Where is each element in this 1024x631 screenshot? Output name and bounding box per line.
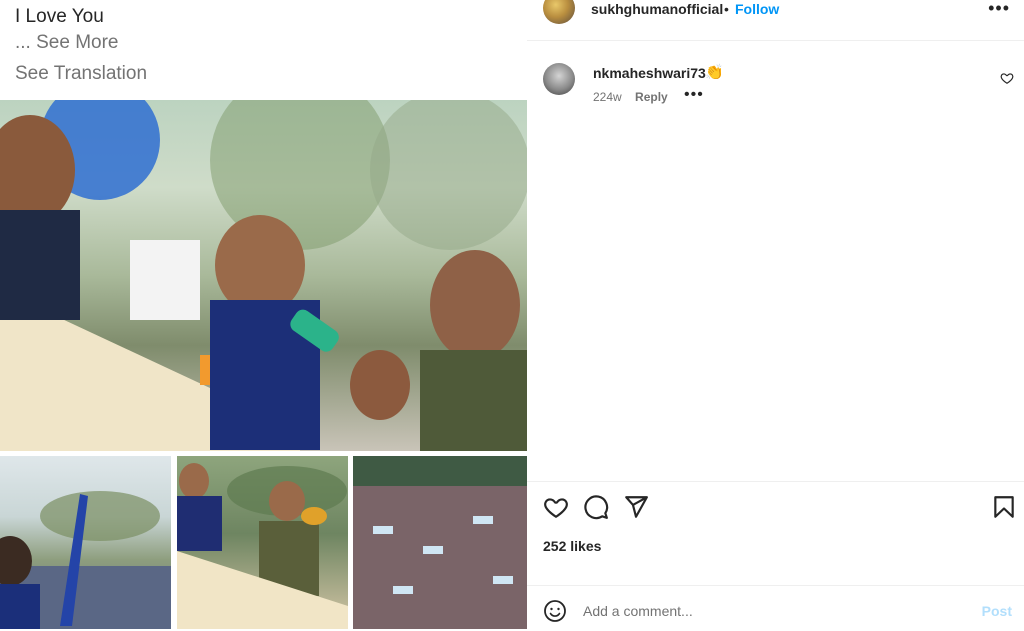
post-media-column: I Love You ... See More See Translation — [0, 0, 527, 631]
main-photo[interactable] — [0, 100, 527, 451]
heart-icon[interactable] — [543, 494, 569, 520]
bookmark-icon[interactable] — [991, 494, 1017, 520]
reply-button[interactable]: Reply — [635, 90, 668, 104]
photo-thumbnail-2[interactable] — [177, 456, 348, 629]
comment-like-heart-icon[interactable] — [1000, 71, 1014, 85]
comment-item: nkmaheshwari73 👏 224w Reply ••• — [527, 56, 1024, 116]
more-horizontal-icon[interactable]: ••• — [988, 0, 1010, 19]
commenter-avatar[interactable] — [543, 63, 575, 95]
see-translation-link[interactable]: See Translation — [15, 61, 517, 87]
caption-text: I Love You — [15, 4, 517, 30]
post-details-column: sukhghumanofficial • Follow ••• nkmahesh… — [527, 0, 1024, 631]
commenter-username[interactable]: nkmaheshwari73 — [593, 65, 706, 82]
see-more-link[interactable]: ... See More — [15, 30, 517, 56]
rally-crowd-thumbnail — [0, 491, 171, 629]
comment-icon[interactable] — [583, 494, 609, 520]
stage-leaders-thumbnail — [177, 463, 348, 629]
comment-age: 224w — [593, 90, 622, 104]
post-header: sukhghumanofficial • Follow ••• — [527, 0, 1024, 41]
crowd-aerial-thumbnail — [353, 456, 527, 629]
comment-meta: 224w Reply — [593, 90, 678, 104]
photo-thumbnail-3[interactable] — [353, 456, 527, 629]
photo-rally-image — [0, 100, 527, 451]
actions-divider — [527, 481, 1024, 482]
photo-thumbnail-1[interactable] — [0, 456, 171, 629]
comment-more-icon[interactable]: ••• — [684, 86, 704, 104]
follow-button[interactable]: Follow — [735, 1, 779, 17]
add-comment-input[interactable] — [583, 601, 963, 621]
header-separator: • — [724, 1, 729, 17]
post-comment-button[interactable]: Post — [982, 603, 1012, 619]
likes-count[interactable]: 252 likes — [543, 538, 601, 554]
author-username[interactable]: sukhghumanofficial — [591, 1, 723, 17]
author-avatar[interactable] — [543, 0, 575, 24]
emoji-icon[interactable] — [543, 599, 567, 623]
add-comment-divider — [527, 585, 1024, 586]
comment-text: 👏 — [705, 64, 724, 81]
share-icon[interactable] — [623, 494, 649, 520]
caption-line: I Love You — [15, 6, 104, 27]
post-caption: I Love You ... See More See Translation — [15, 4, 517, 87]
